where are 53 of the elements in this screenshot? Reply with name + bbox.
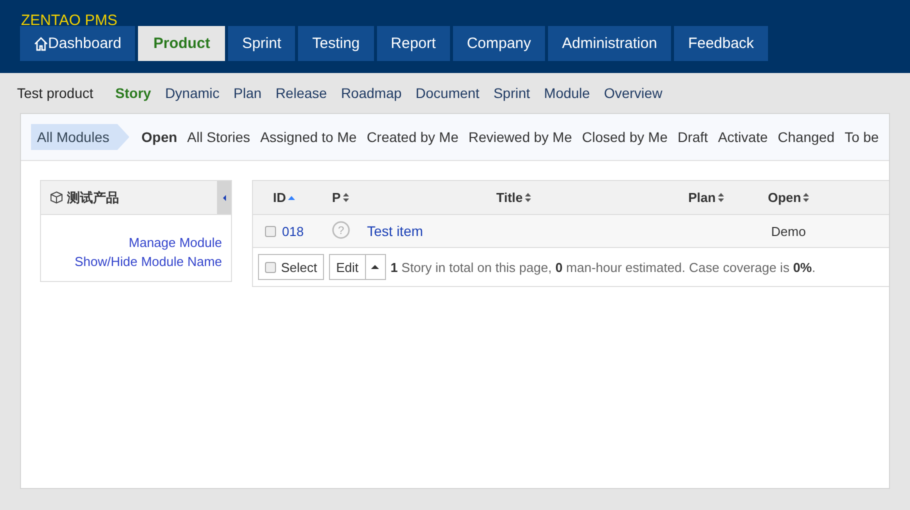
story-id-link[interactable]: 018 <box>282 224 304 238</box>
panel-link[interactable]: Show/Hide Module Name <box>74 254 222 269</box>
nav-tab[interactable]: Sprint <box>228 26 296 61</box>
home-icon <box>34 36 48 52</box>
nav-tab[interactable]: Testing <box>298 26 374 61</box>
nav-tab[interactable]: Product <box>138 26 226 61</box>
subnav-link[interactable]: Plan <box>234 85 262 101</box>
summary-text: 1 Story in total on this page, 0 man-hour estimated. Case coverage is 0%. <box>390 260 816 274</box>
row-checkbox[interactable] <box>265 226 276 236</box>
subnav-link[interactable]: Roadmap <box>340 85 402 101</box>
filter-tab[interactable]: To be <box>844 129 879 145</box>
filter-tab[interactable]: Assigned to Me <box>260 129 357 145</box>
cube-icon <box>50 191 63 204</box>
panel-link[interactable]: Manage Module <box>128 235 222 250</box>
nav-tab[interactable]: Feedback <box>674 26 768 61</box>
select-all-button[interactable]: Select <box>258 254 324 280</box>
filter-tab[interactable]: Closed by Me <box>582 129 668 145</box>
dropdown-button[interactable] <box>366 254 386 280</box>
filter-tab[interactable]: Draft <box>678 129 708 145</box>
column-header[interactable]: Plan <box>688 190 716 205</box>
subnav-link[interactable]: Module <box>544 85 590 101</box>
nav-tab[interactable]: Administration <box>548 26 672 61</box>
filter-tab[interactable]: Reviewed by Me <box>468 129 572 145</box>
caret-up-icon <box>371 265 380 269</box>
checkbox[interactable] <box>265 262 276 272</box>
caret-left-icon <box>222 194 226 200</box>
column-header[interactable]: Title <box>496 190 523 205</box>
column-header[interactable]: Open <box>768 190 802 205</box>
table-cell: Demo <box>771 224 806 238</box>
filter-tab[interactable]: Open <box>141 129 178 145</box>
nav-tab[interactable]: Company <box>452 26 546 61</box>
subnav-link[interactable]: Document <box>416 85 480 101</box>
subnav-link[interactable]: Release <box>276 85 327 101</box>
subnav-link[interactable]: Dynamic <box>165 85 220 101</box>
column-header[interactable]: ID <box>273 190 286 205</box>
subnav-link[interactable]: Sprint <box>493 85 530 101</box>
filter-tab[interactable]: All Stories <box>187 129 250 145</box>
subnav-link[interactable]: Overview <box>604 85 662 101</box>
module-breadcrumb[interactable]: All Modules <box>31 124 130 150</box>
subnav-link[interactable]: Story <box>115 85 152 101</box>
priority-icon: ? <box>332 220 350 238</box>
story-title-link[interactable]: Test item <box>367 223 424 239</box>
collapse-button[interactable] <box>217 181 231 214</box>
filter-tab[interactable]: Changed <box>778 129 835 145</box>
column-header[interactable]: P <box>332 190 341 205</box>
nav-tab[interactable]: Dashboard <box>20 26 136 61</box>
brand-title: ZENTAO PMS <box>20 11 118 26</box>
nav-tab[interactable]: Report <box>376 26 450 61</box>
edit-button[interactable]: Edit <box>329 254 366 280</box>
product-name: Test product <box>17 85 94 101</box>
panel-title: 测试产品 <box>67 188 119 206</box>
filter-tab[interactable]: Created by Me <box>366 129 459 145</box>
filter-tab[interactable]: Activate <box>718 129 768 145</box>
